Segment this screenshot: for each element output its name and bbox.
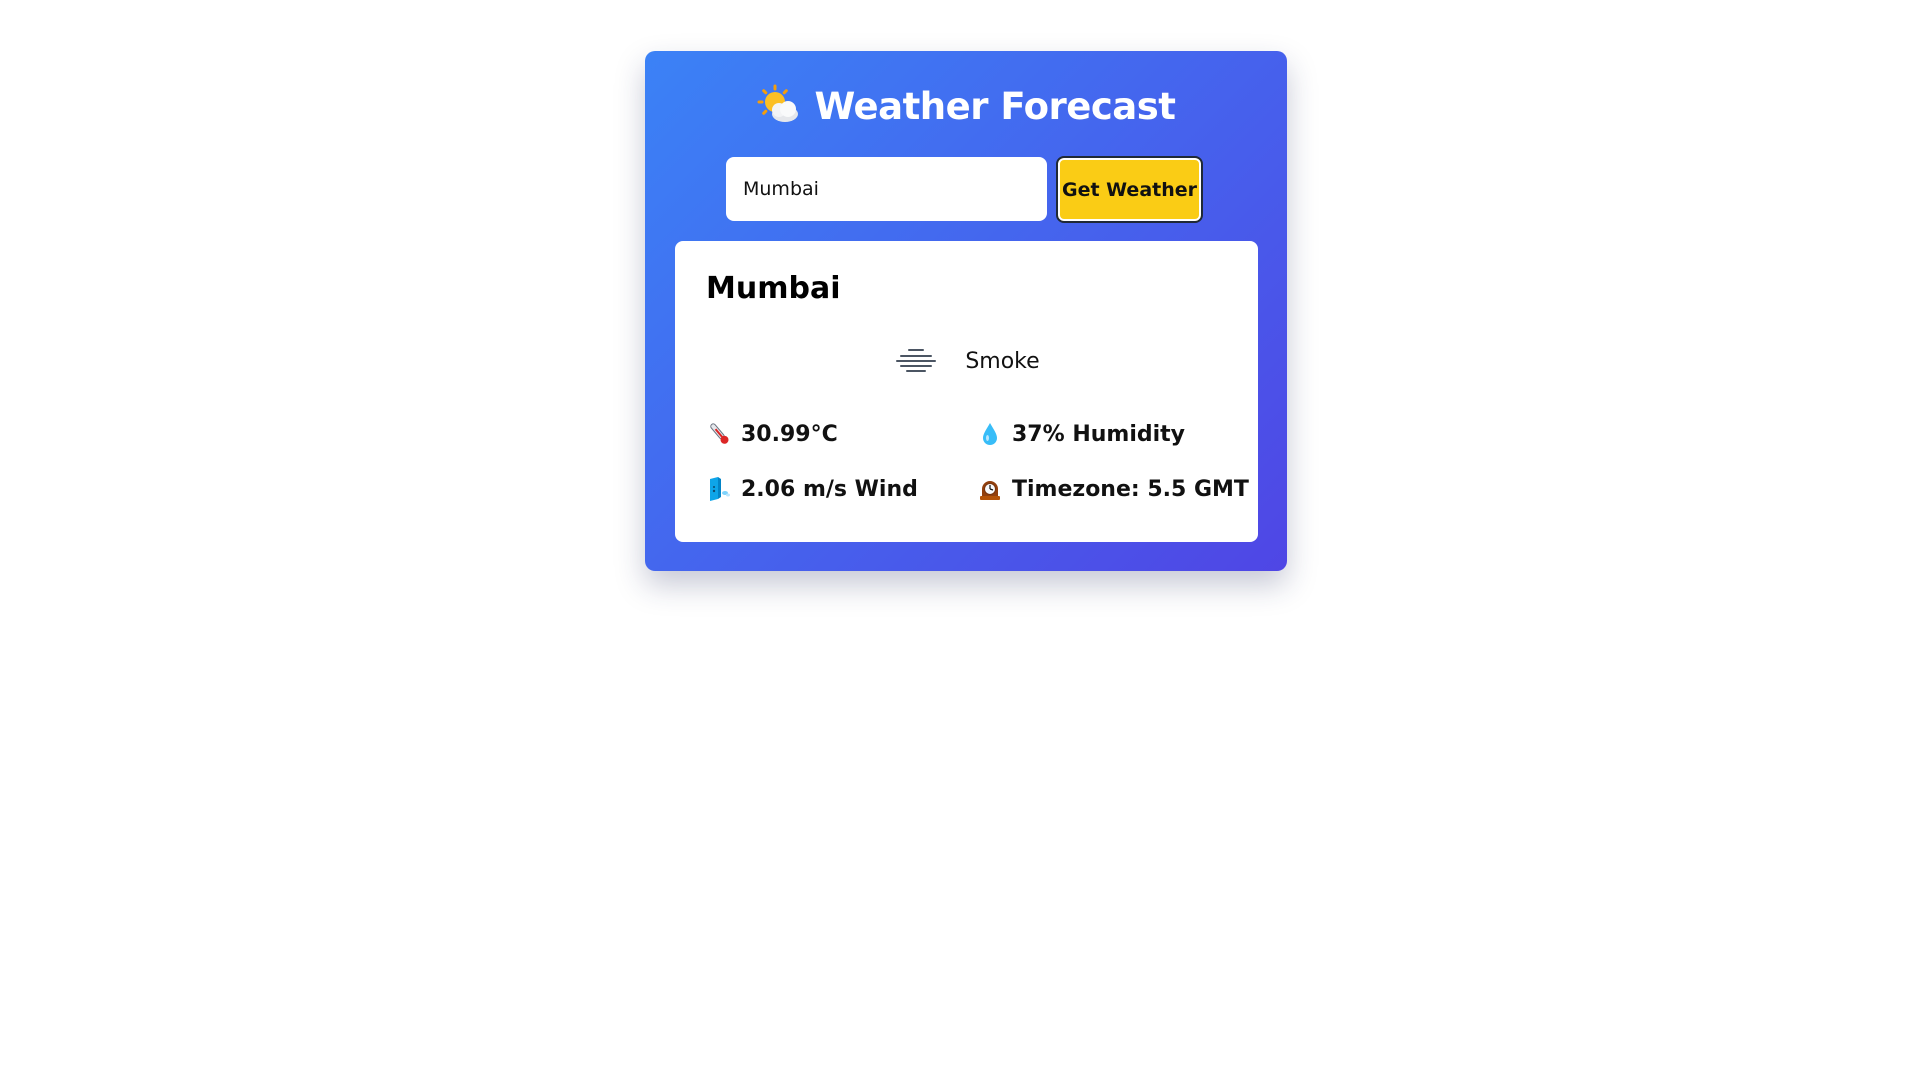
timezone-value: Timezone: 5.5 GMT <box>1012 476 1249 502</box>
sun-behind-cloud-icon <box>757 84 801 128</box>
city-search-input[interactable] <box>726 157 1047 221</box>
humidity-stat: 37% Humidity <box>978 417 1185 451</box>
weather-result-card: Mumbai Smoke 30.99°C 37% Humidity 2.06 m… <box>675 241 1258 542</box>
wind-value: 2.06 m/s Wind <box>741 476 918 502</box>
wind-stat: 2.06 m/s Wind <box>707 472 918 506</box>
app-header: Weather Forecast <box>645 81 1287 131</box>
timezone-stat: Timezone: 5.5 GMT <box>978 472 1249 506</box>
droplet-icon <box>978 420 1002 448</box>
humidity-value: 37% Humidity <box>1012 421 1186 447</box>
weather-condition: Smoke <box>675 341 1258 381</box>
app-title: Weather Forecast <box>814 84 1176 128</box>
thermometer-icon <box>707 420 731 448</box>
wind-face-icon <box>707 475 731 503</box>
result-city-name: Mumbai <box>706 271 841 306</box>
weather-app-card: Weather Forecast Get Weather Mumbai Smok… <box>645 51 1287 571</box>
weather-condition-label: Smoke <box>965 348 1040 374</box>
get-weather-button[interactable]: Get Weather <box>1056 156 1203 223</box>
temperature-stat: 30.99°C <box>707 417 838 451</box>
smoke-haze-icon <box>893 346 939 376</box>
search-bar: Get Weather <box>645 156 1287 223</box>
mantelpiece-clock-icon <box>978 475 1002 503</box>
temperature-value: 30.99°C <box>741 421 838 447</box>
